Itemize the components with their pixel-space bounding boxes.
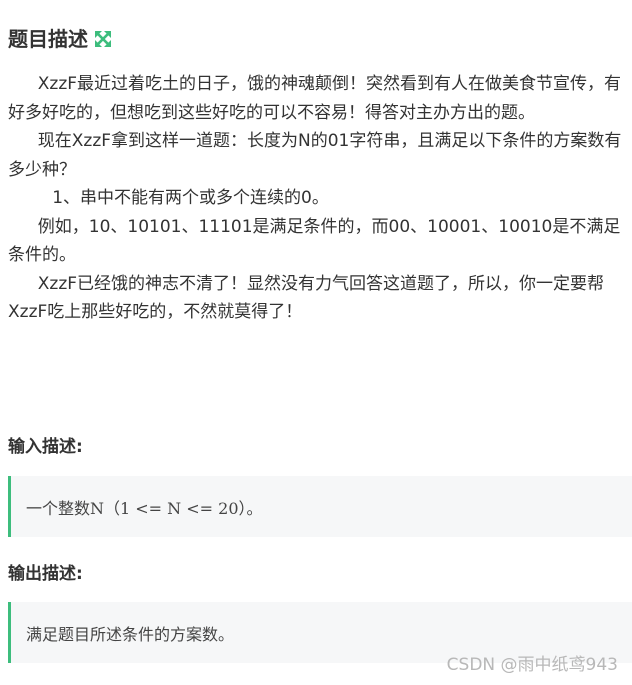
description-condition: 1、串中不能有两个或多个连续的0。 — [52, 188, 329, 208]
input-description-box: 一个整数N（1 <= N <= 20）。 — [8, 476, 632, 537]
problem-description: XzzF最近过着吃土的日子，饿的神魂颠倒！突然看到有人在做美食节宣传，有好多好吃… — [8, 70, 628, 327]
input-description-text: 一个整数N（1 <= N <= 20）。 — [26, 498, 263, 518]
description-paragraph: 现在XzzF拿到这样一道题：长度为N的01字符串，且满足以下条件的方案数有多少种… — [8, 131, 622, 180]
expand-arrows-icon[interactable] — [94, 30, 112, 48]
section-title-description: 题目描述 — [8, 27, 88, 51]
description-paragraph: 例如，10、10101、11101是满足条件的，而00、10001、10010是… — [8, 216, 621, 266]
section-title-output: 输出描述: — [8, 564, 83, 584]
problem-header: 题目描述 — [8, 24, 112, 54]
section-title-input: 输入描述: — [8, 437, 83, 457]
description-paragraph: XzzF已经饿的神志不清了！显然没有力气回答这道题了，所以，你一定要帮XzzF吃… — [8, 273, 605, 323]
watermark: CSDN @雨中纸鸢943 — [446, 655, 618, 675]
output-description-text: 满足题目所述条件的方案数。 — [26, 624, 235, 644]
description-paragraph: XzzF最近过着吃土的日子，饿的神魂颠倒！突然看到有人在做美食节宣传，有好多好吃… — [8, 74, 622, 123]
